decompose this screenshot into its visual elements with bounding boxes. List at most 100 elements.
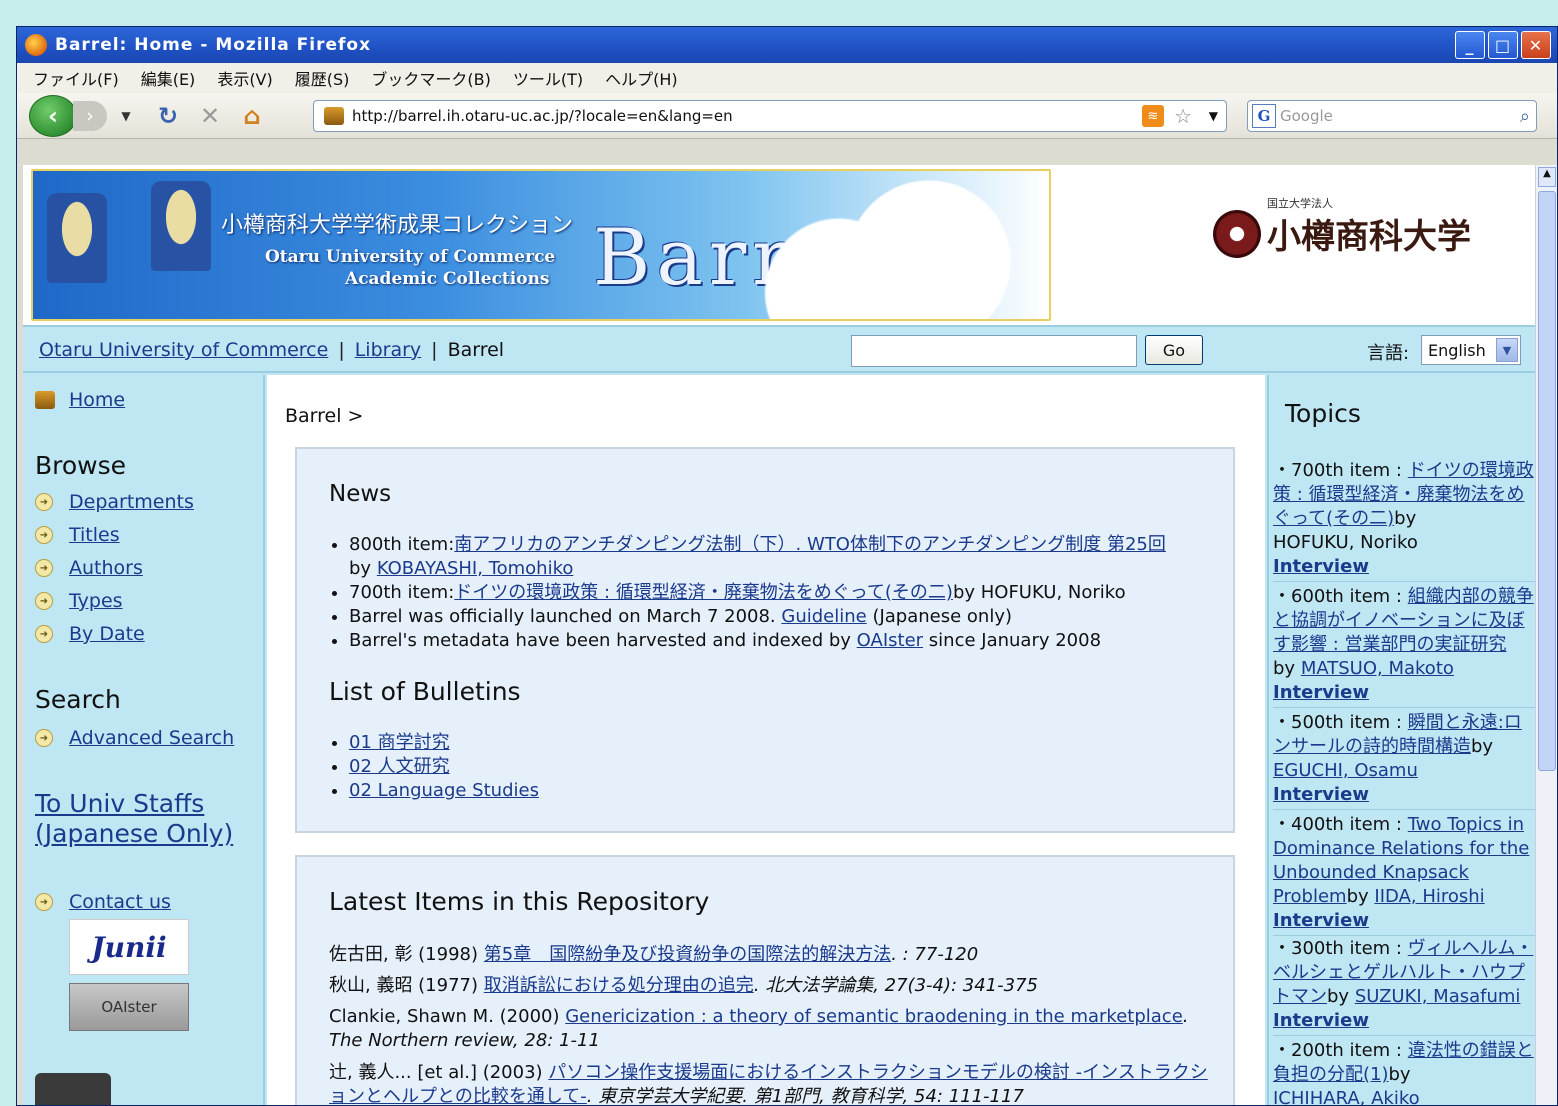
titles-link[interactable]: Titles (69, 524, 120, 546)
banner-artwork: 小樽商科大学学術成果コレクション Otaru University of Com… (31, 169, 1051, 321)
item-source: . 東京学芸大学紀要. 第1部門, 教育科学, 54: 111-117 (586, 1086, 1024, 1106)
google-engine-icon[interactable]: G (1252, 104, 1276, 128)
menu-view[interactable]: 表示(V) (217, 66, 272, 90)
news-suffix: (Japanese only) (866, 606, 1013, 627)
bulletin-item: 01 商学討究 (349, 731, 539, 755)
url-bar[interactable]: http://barrel.ih.otaru-uc.ac.jp/?locale=… (313, 100, 1227, 132)
bulletin-link[interactable]: 01 商学討究 (349, 732, 450, 753)
interview-link[interactable]: Interview (1273, 682, 1369, 703)
menu-edit[interactable]: 編集(E) (141, 66, 196, 90)
sidebar-item-titles[interactable]: ➜ Titles (35, 524, 120, 546)
univ-staffs-link[interactable]: To Univ Staffs (Japanese Only) (35, 789, 233, 849)
junii-banner-link[interactable]: Junii (69, 919, 189, 975)
link-otaru-university[interactable]: Otaru University of Commerce (39, 339, 328, 361)
scroll-up-icon[interactable]: ▲ (1538, 167, 1556, 187)
item-author: 秋山, 義昭 (1977) (329, 975, 484, 996)
sidebar-item-authors[interactable]: ➜ Authors (35, 557, 143, 579)
bulletin-link[interactable]: 02 人文研究 (349, 756, 450, 777)
sidebar-item-advanced-search[interactable]: ➜ Advanced Search (35, 727, 234, 749)
topic-item: ・600th item : 組織内部の競争と協調がイノベーションに及ぼす影響 :… (1273, 585, 1535, 708)
interview-link[interactable]: Interview (1273, 784, 1369, 805)
sidebar-item-types[interactable]: ➜ Types (35, 590, 123, 612)
history-dropdown-icon[interactable]: ▼ (111, 101, 141, 131)
menu-bookmarks[interactable]: ブックマーク(B) (371, 66, 490, 90)
types-link[interactable]: Types (69, 590, 123, 612)
menu-bar: ファイル(F) 編集(E) 表示(V) 履歴(S) ブックマーク(B) ツール(… (17, 63, 1557, 93)
by-date-link[interactable]: By Date (69, 623, 145, 645)
item-title-link[interactable]: 取消訴訟における処分理由の追完 (484, 975, 754, 996)
news-item: 700th item:ドイツの環境政策 : 循環型経済・廃棄物法をめぐって(その… (349, 581, 1219, 605)
news-item: 800th item:南アフリカのアンチダンピング法制（下）. WTO体制下のア… (349, 533, 1219, 581)
url-dropdown-icon[interactable]: ▼ (1209, 109, 1218, 123)
news-author-link[interactable]: KOBAYASHI, Tomohiko (377, 558, 574, 579)
menu-history[interactable]: 履歴(S) (295, 66, 350, 90)
topic-author-link[interactable]: ICHIHARA, Akiko (1273, 1088, 1420, 1105)
univ-staffs-line1: To Univ Staffs (35, 789, 205, 818)
departments-link[interactable]: Departments (69, 491, 194, 513)
menu-help[interactable]: ヘルプ(H) (605, 66, 678, 90)
maximize-button[interactable]: □ (1488, 31, 1518, 59)
home-icon[interactable]: ⌂ (237, 101, 267, 131)
page-breadcrumb: Barrel > (285, 405, 364, 427)
stop-icon[interactable]: ✕ (195, 101, 225, 131)
topic-author-link[interactable]: MATSUO, Makoto (1301, 658, 1454, 679)
bookmark-star-icon[interactable]: ☆ (1174, 104, 1192, 128)
sidebar-item-by-date[interactable]: ➜ By Date (35, 623, 145, 645)
site-search-input[interactable] (851, 335, 1137, 367)
topic-author-link[interactable]: EGUCHI, Osamu (1273, 760, 1418, 781)
interview-link[interactable]: Interview (1273, 556, 1369, 577)
guideline-link[interactable]: Guideline (781, 606, 866, 627)
topic-author-link[interactable]: IIDA, Hiroshi (1374, 886, 1484, 907)
close-button[interactable]: ✕ (1521, 31, 1551, 59)
bulletin-item: 02 人文研究 (349, 755, 539, 779)
link-library[interactable]: Library (355, 339, 421, 361)
news-suffix: by HOFUKU, Noriko (952, 582, 1126, 603)
url-text: http://barrel.ih.otaru-uc.ac.jp/?locale=… (352, 107, 733, 125)
news-item-link[interactable]: 南アフリカのアンチダンピング法制（下）. WTO体制下のアンチダンピング制度 第… (454, 534, 1166, 555)
latest-items-panel: Latest Items in this Repository 佐古田, 彰 (… (295, 855, 1235, 1106)
news-prefix: Barrel was officially launched on March … (349, 606, 782, 627)
oaister-link[interactable]: OAIster (857, 630, 923, 651)
vertical-scrollbar[interactable]: ▲ (1535, 165, 1557, 1105)
camera-icon[interactable] (35, 1073, 111, 1105)
search-bar[interactable]: G Google ⌕ (1247, 100, 1537, 132)
topic-author-link[interactable]: SUZUKI, Masafumi (1355, 986, 1521, 1007)
university-name: 小樽商科大学 (1267, 217, 1471, 257)
authors-link[interactable]: Authors (69, 557, 143, 579)
topic-prefix: ・400th item : (1273, 814, 1408, 835)
sidebar-item-home[interactable]: Home (35, 389, 125, 411)
back-button[interactable]: ‹ (29, 94, 77, 137)
arrow-bullet-icon: ➜ (35, 559, 53, 577)
menu-file[interactable]: ファイル(F) (33, 66, 119, 90)
interview-link[interactable]: Interview (1273, 910, 1369, 931)
cloud-decoration (749, 171, 1049, 319)
minimize-button[interactable]: _ (1455, 31, 1485, 59)
menu-tools[interactable]: ツール(T) (513, 66, 583, 90)
chevron-down-icon[interactable]: ▼ (1496, 338, 1518, 362)
sidebar-item-departments[interactable]: ➜ Departments (35, 491, 194, 513)
reload-icon[interactable]: ↻ (153, 101, 183, 131)
oaister-banner-link[interactable]: OAIster (69, 983, 189, 1031)
item-title-link[interactable]: 第5章 国際紛争及び投資紛争の国際法的解決方法 (484, 944, 891, 965)
go-button[interactable]: Go (1145, 335, 1203, 365)
language-select[interactable]: English ▼ (1421, 335, 1521, 365)
bulletin-link[interactable]: 02 Language Studies (349, 780, 539, 801)
home-link[interactable]: Home (69, 389, 125, 411)
interview-link[interactable]: Interview (1273, 1010, 1369, 1031)
lamp-icon (47, 193, 107, 283)
sidebar-item-contact[interactable]: ➜ Contact us (35, 891, 171, 913)
news-item-link[interactable]: ドイツの環境政策 : 循環型経済・廃棄物法をめぐって(その二) (454, 582, 953, 603)
university-logo[interactable]: 国立大学法人 小樽商科大学 (1213, 197, 1471, 258)
search-icon[interactable]: ⌕ (1520, 106, 1530, 127)
arrow-bullet-icon: ➜ (35, 893, 53, 911)
contact-link[interactable]: Contact us (69, 891, 171, 913)
item-title-link[interactable]: Genericization : a theory of semantic br… (565, 1006, 1183, 1027)
news-by: by (349, 558, 377, 579)
scrollbar-thumb[interactable] (1538, 191, 1556, 771)
window-title: Barrel: Home - Mozilla Firefox (55, 35, 372, 55)
site-favicon-icon (324, 107, 344, 125)
advanced-search-link[interactable]: Advanced Search (69, 727, 234, 749)
main-content: Barrel > News 800th item:南アフリカのアンチダンピング法… (267, 375, 1265, 1106)
forward-button[interactable]: › (73, 100, 107, 131)
rss-feed-icon[interactable]: ≋ (1142, 105, 1164, 127)
